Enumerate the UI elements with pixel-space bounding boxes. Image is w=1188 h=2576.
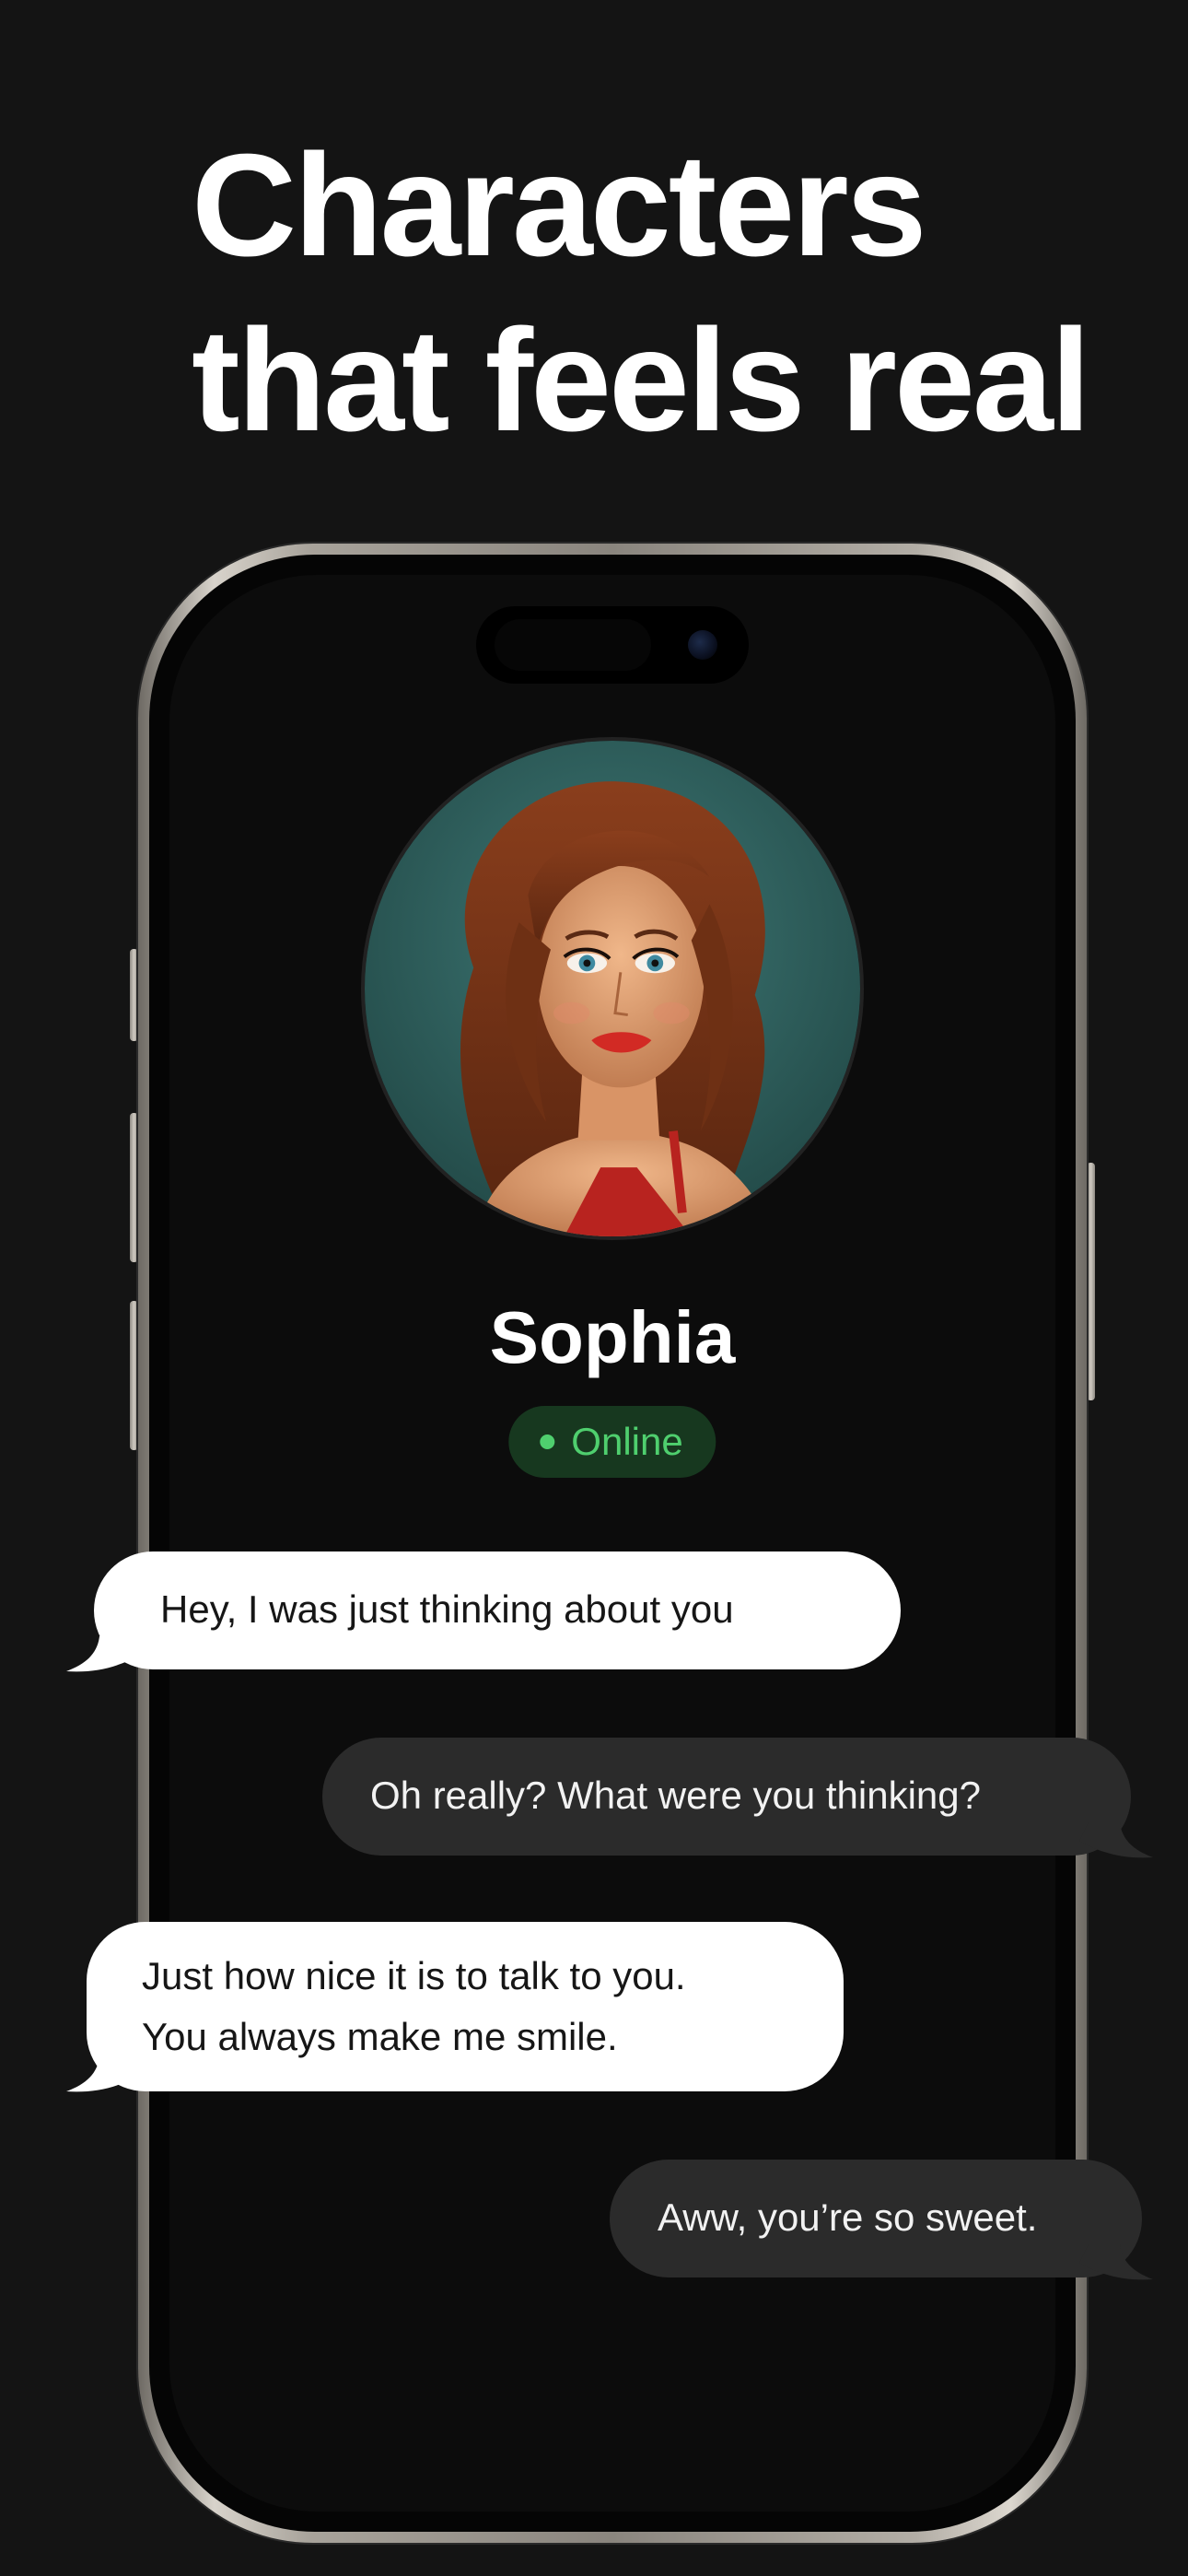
bubble-tail-icon xyxy=(66,2056,140,2092)
message-bubble-outgoing[interactable]: Aww, you’re so sweet. xyxy=(610,2160,1142,2277)
phone-volume-up-button xyxy=(130,1113,138,1262)
message-bubble-outgoing[interactable]: Oh really? What were you thinking? xyxy=(322,1738,1131,1856)
character-name: Sophia xyxy=(489,1296,736,1378)
island-sensor xyxy=(495,619,651,671)
dynamic-island xyxy=(476,606,749,684)
headline: Characters that feels real xyxy=(192,118,1168,468)
message-text-line-2: You always make me smile. xyxy=(142,2015,618,2058)
message-bubble-incoming[interactable]: Just how nice it is to talk to you. You … xyxy=(87,1922,844,2091)
bubble-tail-icon xyxy=(66,1636,140,1672)
phone-action-button xyxy=(130,949,138,1041)
headline-line-1: Characters xyxy=(192,124,927,287)
message-text: Oh really? What were you thinking? xyxy=(370,1774,981,1817)
avatar[interactable] xyxy=(361,737,864,1240)
online-dot-icon xyxy=(540,1434,555,1449)
avatar-portrait-image xyxy=(365,741,860,1236)
message-bubble-incoming[interactable]: Hey, I was just thinking about you xyxy=(94,1551,901,1669)
message-text: Aww, you’re so sweet. xyxy=(658,2195,1038,2239)
front-camera-icon xyxy=(688,630,717,660)
headline-line-2: that feels real xyxy=(192,299,1091,462)
status-badge: Online xyxy=(508,1406,716,1478)
bubble-tail-icon xyxy=(1079,2244,1153,2280)
message-text-line-1: Just how nice it is to talk to you. xyxy=(142,1954,686,1997)
phone-volume-down-button xyxy=(130,1301,138,1450)
promo-screen: Characters that feels real Sophia Online… xyxy=(0,0,1188,2576)
bubble-tail-icon xyxy=(1079,1822,1153,1858)
status-label: Online xyxy=(571,1420,683,1463)
phone-power-button xyxy=(1087,1163,1095,1400)
message-text: Hey, I was just thinking about you xyxy=(160,1587,734,1631)
